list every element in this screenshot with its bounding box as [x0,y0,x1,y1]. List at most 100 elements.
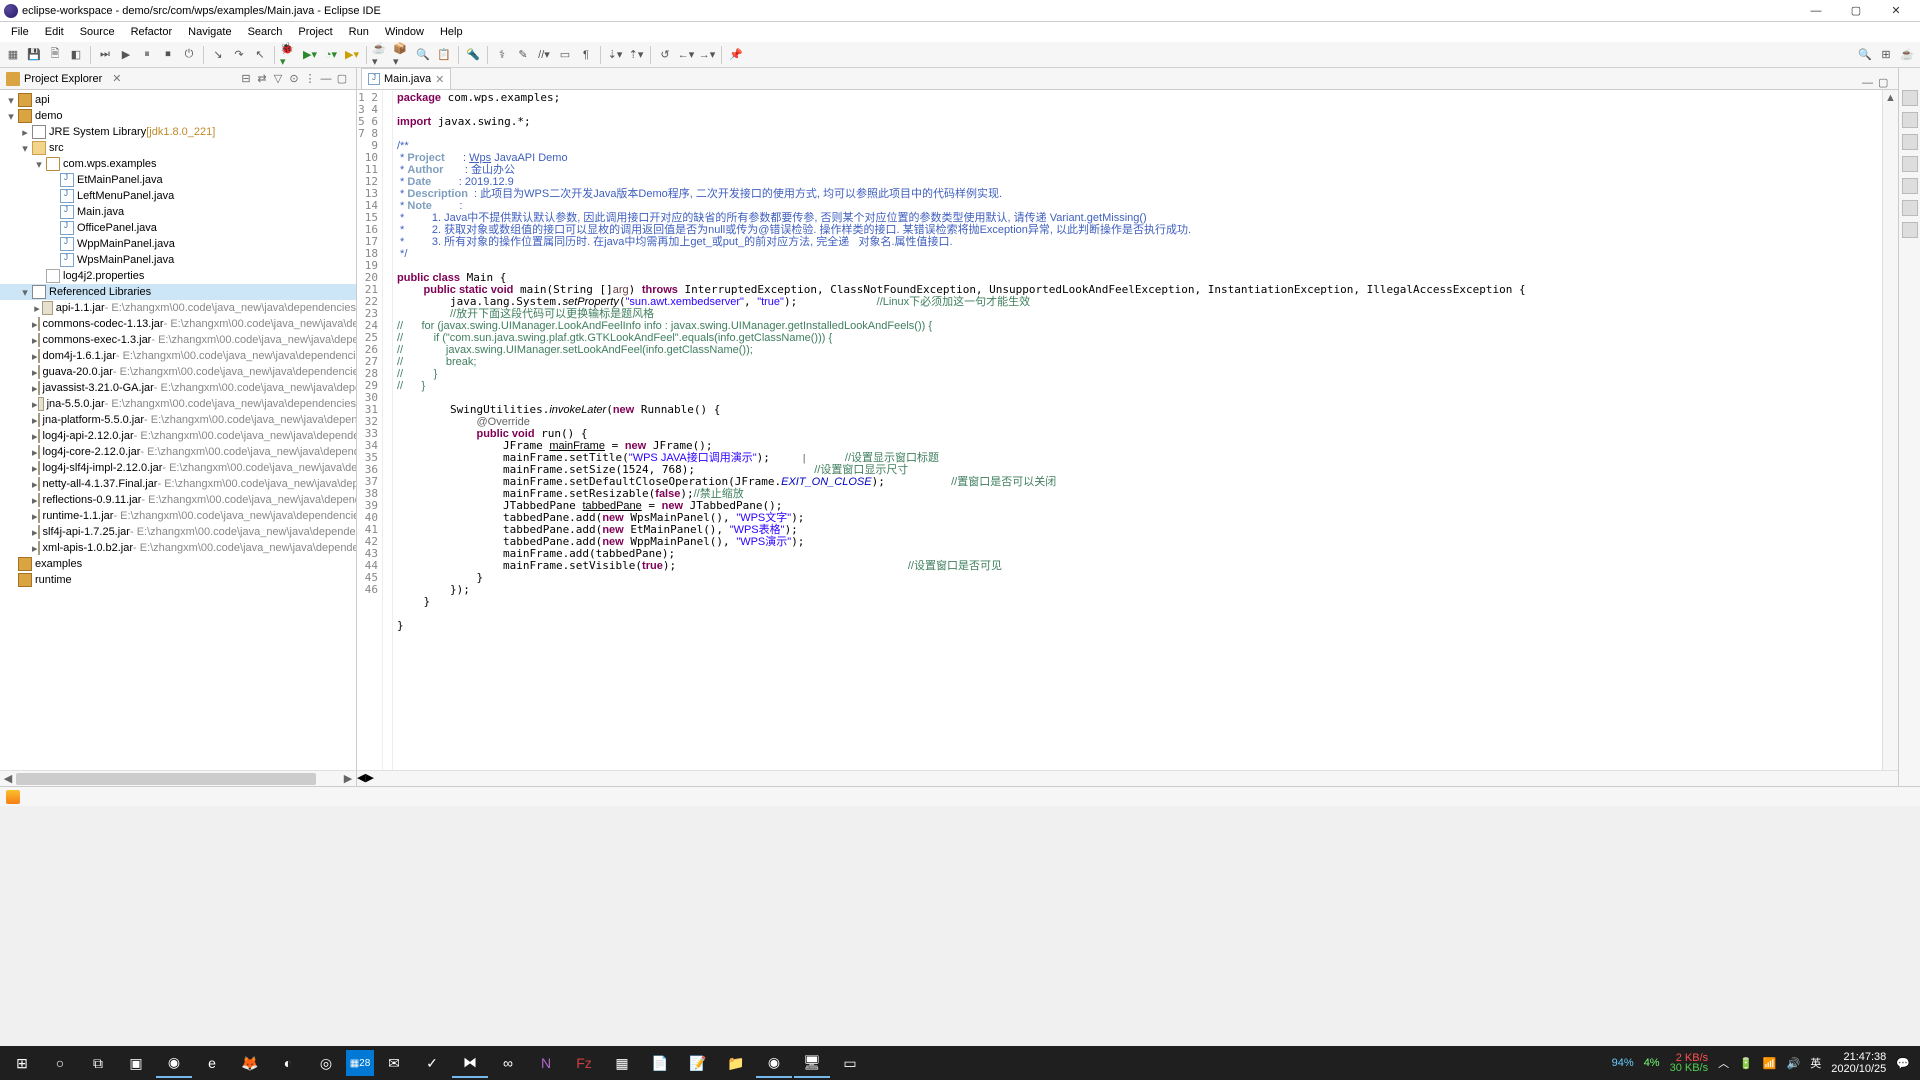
coverage-icon[interactable] [1902,156,1918,172]
type-hierarchy-icon[interactable] [1902,178,1918,194]
vm-icon[interactable]: 🖥 [794,1048,830,1078]
outline-icon[interactable] [1902,90,1918,106]
tree-item[interactable]: ▸jna-platform-5.5.0.jar - E:\zhangxm\00.… [0,412,356,428]
tree-item[interactable]: ▾Referenced Libraries [0,284,356,300]
bookmark-icon[interactable] [1902,134,1918,150]
onenote-icon[interactable]: N [528,1048,564,1078]
tree-item[interactable]: LeftMenuPanel.java [0,188,356,204]
tree-hscroll[interactable]: ◀ ▶ [0,770,356,786]
minimize-button[interactable]: — [1796,1,1836,21]
menu-file[interactable]: File [4,25,36,39]
tree-item[interactable]: ▸dom4j-1.6.1.jar - E:\zhangxm\00.code\ja… [0,348,356,364]
tree-twisty-icon[interactable]: ▸ [32,302,42,315]
menu-edit[interactable]: Edit [38,25,71,39]
tree-twisty-icon[interactable]: ▸ [18,126,32,139]
explorer-icon[interactable]: 📁 [718,1048,754,1078]
scroll-left-icon[interactable]: ◀ [0,771,16,786]
tree-item[interactable]: ▸jna-5.5.0.jar - E:\zhangxm\00.code\java… [0,396,356,412]
outlook-icon[interactable]: ✉ [376,1048,412,1078]
task-view-icon[interactable]: ⧉ [80,1048,116,1078]
tree-item[interactable]: examples [0,556,356,572]
tree-item[interactable]: WppMainPanel.java [0,236,356,252]
view-tab[interactable]: Project Explorer ✕ [6,72,121,86]
tree-item[interactable]: EtMainPanel.java [0,172,356,188]
tree-item[interactable]: ▸JRE System Library [jdk1.8.0_221] [0,124,356,140]
tree-twisty-icon[interactable]: ▾ [4,110,18,123]
notifications-icon[interactable]: 💬 [1896,1057,1910,1070]
maximize-button[interactable]: ▢ [1836,1,1876,21]
filezilla-icon[interactable]: Fz [566,1048,602,1078]
tree-item[interactable]: ▸log4j-api-2.12.0.jar - E:\zhangxm\00.co… [0,428,356,444]
tree-item[interactable]: ▸log4j-slf4j-impl-2.12.0.jar - E:\zhangx… [0,460,356,476]
tree-item[interactable]: Main.java [0,204,356,220]
tree-item[interactable]: log4j2.properties [0,268,356,284]
scroll-right-icon[interactable]: ▶ [340,771,356,786]
show-ws-icon[interactable]: ¶ [577,46,595,64]
step-over-icon[interactable]: ↷ [230,46,248,64]
tree-twisty-icon[interactable]: ▾ [32,158,46,171]
collapse-all-icon[interactable]: ⊟ [238,71,254,87]
chrome-icon[interactable]: ◉ [156,1048,192,1078]
scroll-up-icon[interactable]: ▲ [1883,90,1898,106]
search-results-icon[interactable] [1902,200,1918,216]
menu-help[interactable]: Help [433,25,470,39]
coverage-icon[interactable]: ◔▾ [322,46,340,64]
menu-navigate[interactable]: Navigate [181,25,238,39]
tree-item[interactable]: ▸guava-20.0.jar - E:\zhangxm\00.code\jav… [0,364,356,380]
save-all-icon[interactable]: 🗎 [46,46,64,64]
ann-prev-icon[interactable]: ⇡▾ [627,46,645,64]
tree-item[interactable]: OfficePanel.java [0,220,356,236]
ext-tools-icon[interactable]: ▶▾ [343,46,361,64]
app-icon[interactable]: ▦ [604,1048,640,1078]
tree-item[interactable]: ▸commons-codec-1.13.jar - E:\zhangxm\00.… [0,316,356,332]
editor-tab-main-java[interactable]: Main.java ✕ [361,68,451,89]
tree-twisty-icon[interactable]: ▾ [4,94,18,107]
tree-item[interactable]: ▾src [0,140,356,156]
filter-icon[interactable]: ▽ [270,71,286,87]
debug-disconnect-icon[interactable]: ⏻ [180,46,198,64]
tray-chevron-icon[interactable]: ︿ [1718,1055,1729,1071]
step-return-icon[interactable]: ↖ [251,46,269,64]
app2-icon[interactable]: ▭ [832,1048,868,1078]
tree-item[interactable]: runtime [0,572,356,588]
tree-item[interactable]: ▸log4j-core-2.12.0.jar - E:\zhangxm\00.c… [0,444,356,460]
notepad-icon[interactable]: 📝 [680,1048,716,1078]
edge-icon[interactable]: e [194,1048,230,1078]
battery-icon[interactable]: 🔋 [1739,1057,1753,1070]
link-editor-icon[interactable]: ⇄ [254,71,270,87]
block-icon[interactable]: ▭ [556,46,574,64]
scroll-thumb[interactable] [16,773,316,785]
volume-icon[interactable]: 🔊 [1787,1057,1801,1070]
comment-icon[interactable]: //▾ [535,46,553,64]
quick-access-icon[interactable]: 🔍 [1856,46,1874,64]
visual-studio-icon[interactable]: ∞ [490,1048,526,1078]
tree-item[interactable]: ▸javassist-3.21.0-GA.jar - E:\zhangxm\00… [0,380,356,396]
terminal-icon[interactable]: ▣ [118,1048,154,1078]
scroll-right-icon[interactable]: ▶ [365,771,373,786]
ime-indicator[interactable]: 英 [1810,1055,1821,1071]
open-type-icon[interactable]: 🔍 [414,46,432,64]
minimize-editor-icon[interactable]: — [1862,77,1878,89]
run-icon[interactable]: ▶▾ [301,46,319,64]
tree-item[interactable]: ▸netty-all-4.1.37.Final.jar - E:\zhangxm… [0,476,356,492]
tree-item[interactable]: ▸slf4j-api-1.7.25.jar - E:\zhangxm\00.co… [0,524,356,540]
360-icon[interactable]: ◎ [308,1048,344,1078]
wand-icon[interactable]: ⚕ [493,46,511,64]
project-tree[interactable]: ▾api▾demo▸JRE System Library [jdk1.8.0_2… [0,90,356,770]
tree-item[interactable]: ▸api-1.1.jar - E:\zhangxm\00.code\java_n… [0,300,356,316]
tree-item[interactable]: ▾com.wps.examples [0,156,356,172]
debug-skip-icon[interactable]: ⏭ [96,46,114,64]
todo-icon[interactable]: ✓ [414,1048,450,1078]
tree-item[interactable]: WpsMainPanel.java [0,252,356,268]
minimize-view-icon[interactable]: — [318,71,334,87]
menu-run[interactable]: Run [342,25,376,39]
new-java-icon[interactable]: ☕▾ [372,46,390,64]
tree-twisty-icon[interactable]: ▾ [18,286,32,299]
menu-project[interactable]: Project [291,25,339,39]
debug-resume-icon[interactable]: ▶ [117,46,135,64]
menu-search[interactable]: Search [241,25,290,39]
debug-icon[interactable]: 🐞▾ [280,46,298,64]
menu-refactor[interactable]: Refactor [124,25,180,39]
step-into-icon[interactable]: ↘ [209,46,227,64]
folding-gutter[interactable] [383,90,393,770]
